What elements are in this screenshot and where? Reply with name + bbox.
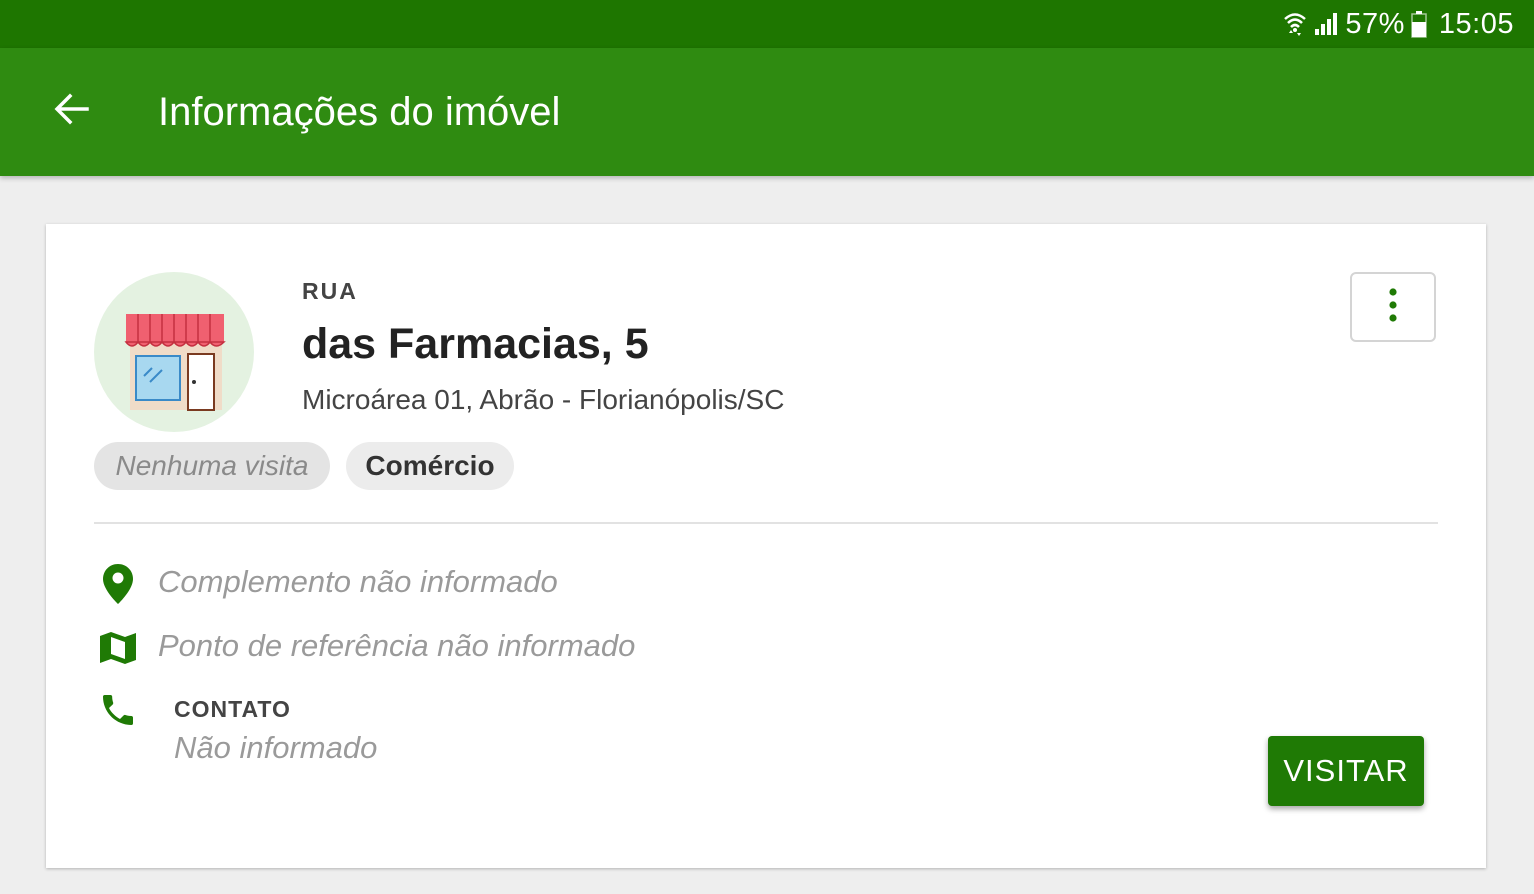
reference-text: Ponto de referência não informado bbox=[158, 628, 636, 663]
phone-icon bbox=[94, 686, 142, 734]
signal-icon bbox=[1313, 11, 1339, 37]
map-icon bbox=[94, 624, 142, 672]
category-chip: Comércio bbox=[346, 442, 514, 490]
contact-value: Não informado bbox=[174, 730, 378, 765]
complement-text: Complemento não informado bbox=[158, 564, 558, 599]
status-bar: 57% 15:05 bbox=[0, 0, 1534, 48]
back-arrow-icon bbox=[53, 93, 89, 130]
more-vert-icon bbox=[1388, 287, 1398, 327]
property-location: Microárea 01, Abrão - Florianópolis/SC bbox=[302, 384, 785, 415]
page-title: Informações do imóvel bbox=[158, 90, 561, 134]
contact-row bbox=[94, 686, 154, 734]
battery-icon bbox=[1411, 10, 1427, 38]
app-bar: Informações do imóvel bbox=[0, 48, 1534, 176]
status-indicators: 57% 15:05 bbox=[1283, 0, 1514, 48]
reference-row: Ponto de referência não informado bbox=[94, 624, 894, 672]
property-avatar bbox=[94, 272, 254, 432]
street-name: das Farmacias, 5 bbox=[302, 320, 649, 368]
visit-button[interactable]: VISITAR bbox=[1268, 736, 1424, 806]
property-card: RUA das Farmacias, 5 Microárea 01, Abrão… bbox=[46, 224, 1486, 868]
wifi-icon bbox=[1283, 11, 1307, 37]
more-options-button[interactable] bbox=[1350, 272, 1436, 342]
divider bbox=[94, 522, 1438, 524]
contact-label: CONTATO bbox=[174, 696, 291, 722]
complement-row: Complemento não informado bbox=[94, 560, 894, 608]
clock: 15:05 bbox=[1438, 7, 1514, 40]
battery-percent: 57% bbox=[1345, 7, 1405, 40]
visit-status-chip: Nenhuma visita bbox=[94, 442, 330, 490]
location-pin-icon bbox=[94, 560, 142, 608]
street-type: RUA bbox=[302, 278, 358, 304]
back-button[interactable] bbox=[46, 86, 96, 136]
